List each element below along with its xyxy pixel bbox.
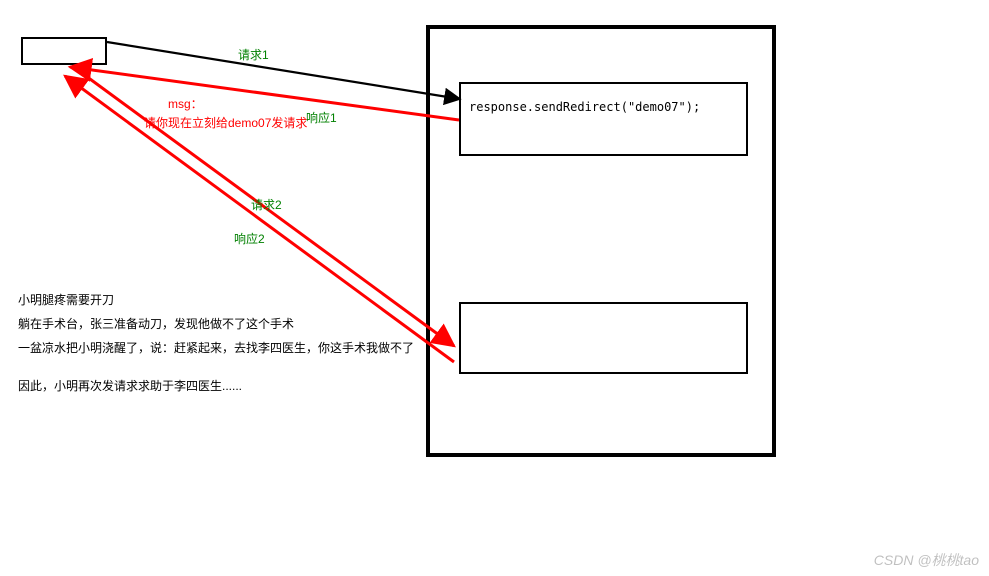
arrow-req1: [107, 42, 460, 99]
label-resp2: 响应2: [234, 230, 265, 247]
story-line4: 因此，小明再次发请求求助于李四医生......: [18, 374, 414, 398]
redirect-code: response.sendRedirect("demo07");: [469, 100, 700, 114]
arrow-resp1: [70, 67, 459, 120]
label-req2: 请求2: [251, 196, 282, 213]
label-msg-body: 请你现在立刻给demo07发请求: [144, 114, 307, 131]
label-req1: 请求1: [238, 46, 269, 63]
story-line3: 一盆凉水把小明浇醒了，说：赶紧起来，去找李四医生，你这手术我做不了: [18, 336, 414, 360]
watermark: CSDN @桃桃tao: [874, 550, 979, 570]
story-block: 小明腿疼需要开刀 躺在手术台，张三准备动刀，发现他做不了这个手术 一盆凉水把小明…: [18, 288, 414, 398]
story-line1: 小明腿疼需要开刀: [18, 288, 414, 312]
story-line2: 躺在手术台，张三准备动刀，发现他做不了这个手术: [18, 312, 414, 336]
label-msg-title: msg：: [168, 95, 203, 112]
client-box: [21, 37, 107, 65]
demo06-box: response.sendRedirect("demo07");: [459, 82, 748, 156]
demo07-box: [459, 302, 748, 374]
label-resp1: 响应1: [306, 109, 337, 126]
